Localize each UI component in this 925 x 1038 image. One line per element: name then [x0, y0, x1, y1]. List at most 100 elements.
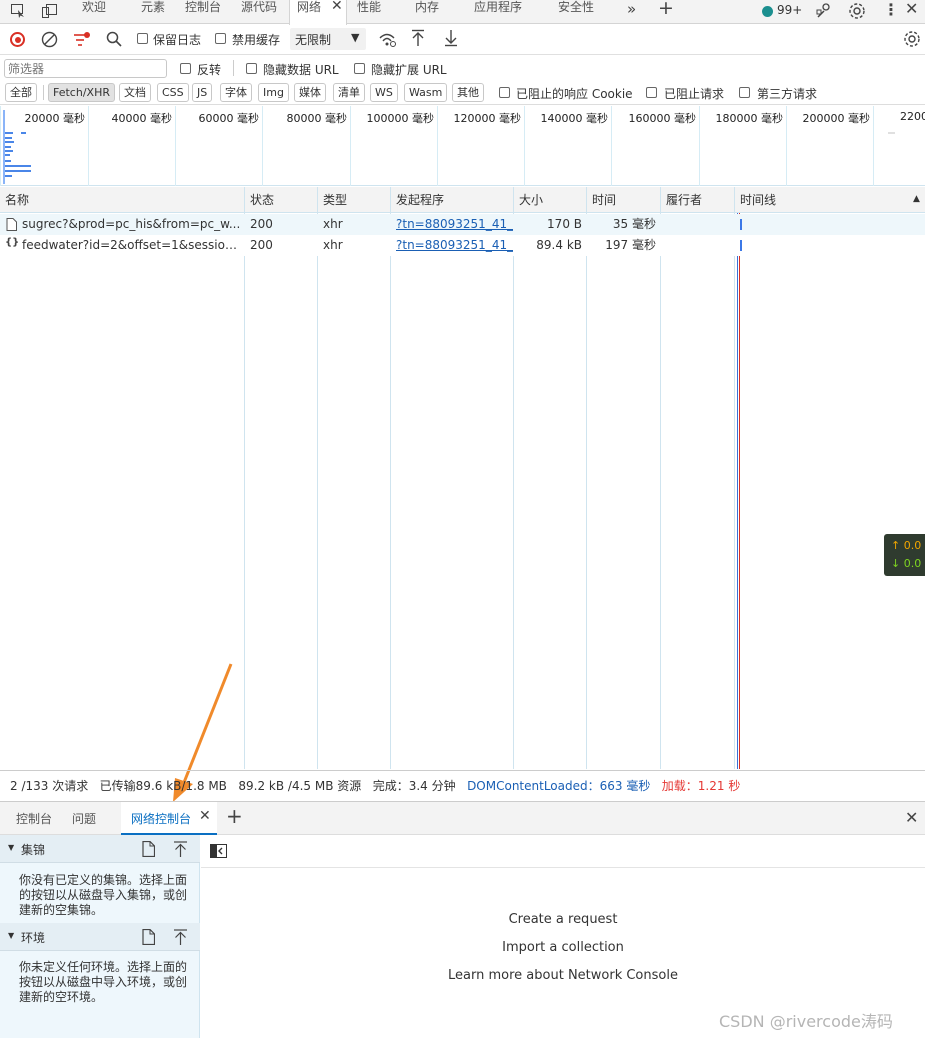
close-icon[interactable]: ✕ — [331, 0, 343, 13]
tab-console[interactable]: 控制台 — [185, 0, 221, 24]
tab-network[interactable]: 网络 ✕ — [289, 0, 347, 25]
add-drawer-tab-icon[interactable]: + — [226, 804, 243, 828]
divider — [201, 867, 925, 868]
preserve-log-label: 保留日志 — [153, 33, 202, 47]
collections-header[interactable]: ▼ 集锦 — [0, 835, 200, 863]
type-filter-other[interactable]: 其他 — [452, 83, 484, 102]
tab-security[interactable]: 安全性 — [558, 0, 594, 24]
blocked-requests-checkbox[interactable] — [646, 87, 657, 98]
disable-cache-checkbox[interactable] — [215, 33, 226, 44]
blocked-cookies-checkbox[interactable] — [499, 87, 510, 98]
request-initiator-link[interactable]: ?tn=88093251_41_ha — [391, 235, 513, 256]
create-request-link[interactable]: Create a request — [201, 912, 925, 927]
tab-elements[interactable]: 元素 — [141, 0, 165, 24]
column-time[interactable]: 时间 — [587, 187, 661, 213]
request-initiator-link[interactable]: ?tn=88093251_41_ha — [391, 214, 513, 235]
request-time: 197 毫秒 — [605, 238, 656, 252]
third-party-checkbox[interactable] — [739, 87, 750, 98]
network-settings-icon[interactable] — [903, 30, 921, 51]
type-filter-all[interactable]: 全部 — [5, 83, 37, 102]
column-fulfilled-by[interactable]: 履行者 — [661, 187, 735, 213]
type-filter-doc[interactable]: 文档 — [119, 83, 151, 102]
table-row[interactable]: sugrec?&prod=pc_his&from=pc_w... 200 xhr… — [0, 214, 925, 235]
issues-badge-count[interactable]: 99+ — [777, 3, 802, 17]
type-filter-fetch-xhr[interactable]: Fetch/XHR — [48, 83, 115, 102]
upload-speed: ↑ 0.0 — [891, 539, 922, 552]
environments-header[interactable]: ▼ 环境 — [0, 923, 200, 951]
import-collection-link[interactable]: Import a collection — [201, 940, 925, 955]
sort-ascending-icon[interactable]: ▲ — [913, 194, 920, 204]
tab-memory[interactable]: 内存 — [415, 0, 439, 24]
filter-icon[interactable] — [73, 31, 91, 51]
import-icon[interactable] — [174, 929, 187, 948]
inspect-element-icon[interactable] — [10, 3, 26, 22]
request-type: xhr — [323, 217, 343, 231]
close-icon[interactable]: ✕ — [199, 808, 211, 824]
filter-input[interactable] — [4, 59, 167, 78]
toggle-sidebar-icon[interactable] — [210, 844, 227, 861]
column-name[interactable]: 名称 — [0, 187, 245, 213]
type-filter-media[interactable]: 媒体 — [294, 83, 326, 102]
tab-performance[interactable]: 性能 — [357, 0, 381, 24]
tab-sources[interactable]: 源代码 — [241, 0, 277, 24]
request-name[interactable]: feedwater?id=2&offset=1&sessionI... — [17, 235, 243, 256]
request-name[interactable]: sugrec?&prod=pc_his&from=pc_w... — [17, 214, 243, 235]
type-filter-font[interactable]: 字体 — [220, 83, 252, 102]
import-har-icon[interactable] — [411, 29, 425, 50]
collapse-triangle-icon[interactable]: ▼ — [8, 843, 14, 852]
type-filter-manifest[interactable]: 清单 — [333, 83, 365, 102]
export-har-icon[interactable] — [444, 29, 458, 50]
type-filter-img[interactable]: Img — [258, 83, 289, 102]
network-overview[interactable]: 20000 毫秒 40000 毫秒 60000 毫秒 80000 毫秒 1000… — [0, 106, 925, 186]
column-size[interactable]: 大小 — [514, 187, 587, 213]
devtools-tab-bar: 欢迎 元素 控制台 源代码 网络 ✕ 性能 内存 应用程序 安全性 » + 99… — [0, 0, 925, 25]
more-options-icon[interactable]: ⋮ — [883, 0, 899, 19]
network-conditions-icon[interactable] — [378, 31, 397, 51]
issues-badge-icon[interactable] — [762, 6, 773, 17]
table-row[interactable]: {} feedwater?id=2&offset=1&sessionI... 2… — [0, 235, 925, 256]
record-icon[interactable] — [10, 32, 25, 47]
column-status[interactable]: 状态 — [245, 187, 318, 213]
drawer-tab-console[interactable]: 控制台 — [16, 810, 52, 827]
type-filter-ws[interactable]: WS — [370, 83, 398, 102]
collapse-triangle-icon[interactable]: ▼ — [8, 931, 14, 940]
customize-icon[interactable] — [815, 2, 833, 23]
disable-cache-label: 禁用缓存 — [232, 33, 281, 47]
drawer-tab-issues[interactable]: 问题 — [72, 810, 96, 827]
overview-tick: 80000 毫秒 — [262, 106, 350, 186]
new-file-icon[interactable] — [142, 928, 156, 948]
column-waterfall[interactable]: 时间线 — [735, 187, 925, 213]
close-drawer-icon[interactable]: ✕ — [905, 808, 918, 827]
tab-application[interactable]: 应用程序 — [474, 0, 522, 24]
invert-checkbox[interactable] — [180, 63, 191, 74]
column-initiator[interactable]: 发起程序 — [391, 187, 514, 213]
new-file-icon[interactable] — [142, 840, 156, 860]
device-toolbar-icon[interactable] — [41, 3, 58, 22]
column-divider — [660, 213, 661, 769]
request-type: xhr — [323, 238, 343, 252]
type-filter-css[interactable]: CSS — [157, 83, 189, 102]
import-icon[interactable] — [174, 841, 187, 860]
hide-extension-urls-checkbox[interactable] — [354, 63, 365, 74]
type-filter-wasm[interactable]: Wasm — [404, 83, 448, 102]
blocked-requests-label: 已阻止请求 — [664, 87, 725, 101]
collections-title: 集锦 — [21, 843, 46, 857]
search-icon[interactable] — [106, 31, 122, 50]
hide-data-urls-checkbox[interactable] — [246, 63, 257, 74]
column-type[interactable]: 类型 — [318, 187, 391, 213]
network-console-sidebar: ▼ 集锦 你没有已定义的集锦。选择上面的按钮以从磁盘导入集锦，或创建新的空集锦。… — [0, 835, 200, 1038]
drawer-tab-network-console[interactable]: 网络控制台 ✕ — [121, 802, 217, 835]
learn-more-link[interactable]: Learn more about Network Console — [201, 968, 925, 983]
more-tabs-icon[interactable]: » — [627, 0, 636, 18]
close-devtools-icon[interactable]: ✕ — [905, 0, 918, 18]
blocked-cookies-label: 已阻止的响应 Cookie — [516, 87, 633, 101]
throttling-select[interactable]: 无限制 ▼ — [290, 28, 366, 50]
preserve-log-checkbox[interactable] — [137, 33, 148, 44]
overview-bars — [3, 110, 33, 187]
tab-welcome[interactable]: 欢迎 — [82, 0, 106, 24]
add-tab-icon[interactable]: + — [658, 0, 674, 19]
clear-icon[interactable] — [41, 31, 58, 51]
settings-icon[interactable] — [848, 2, 866, 23]
waterfall-dcl-line — [737, 213, 738, 769]
type-filter-js[interactable]: JS — [192, 83, 213, 102]
